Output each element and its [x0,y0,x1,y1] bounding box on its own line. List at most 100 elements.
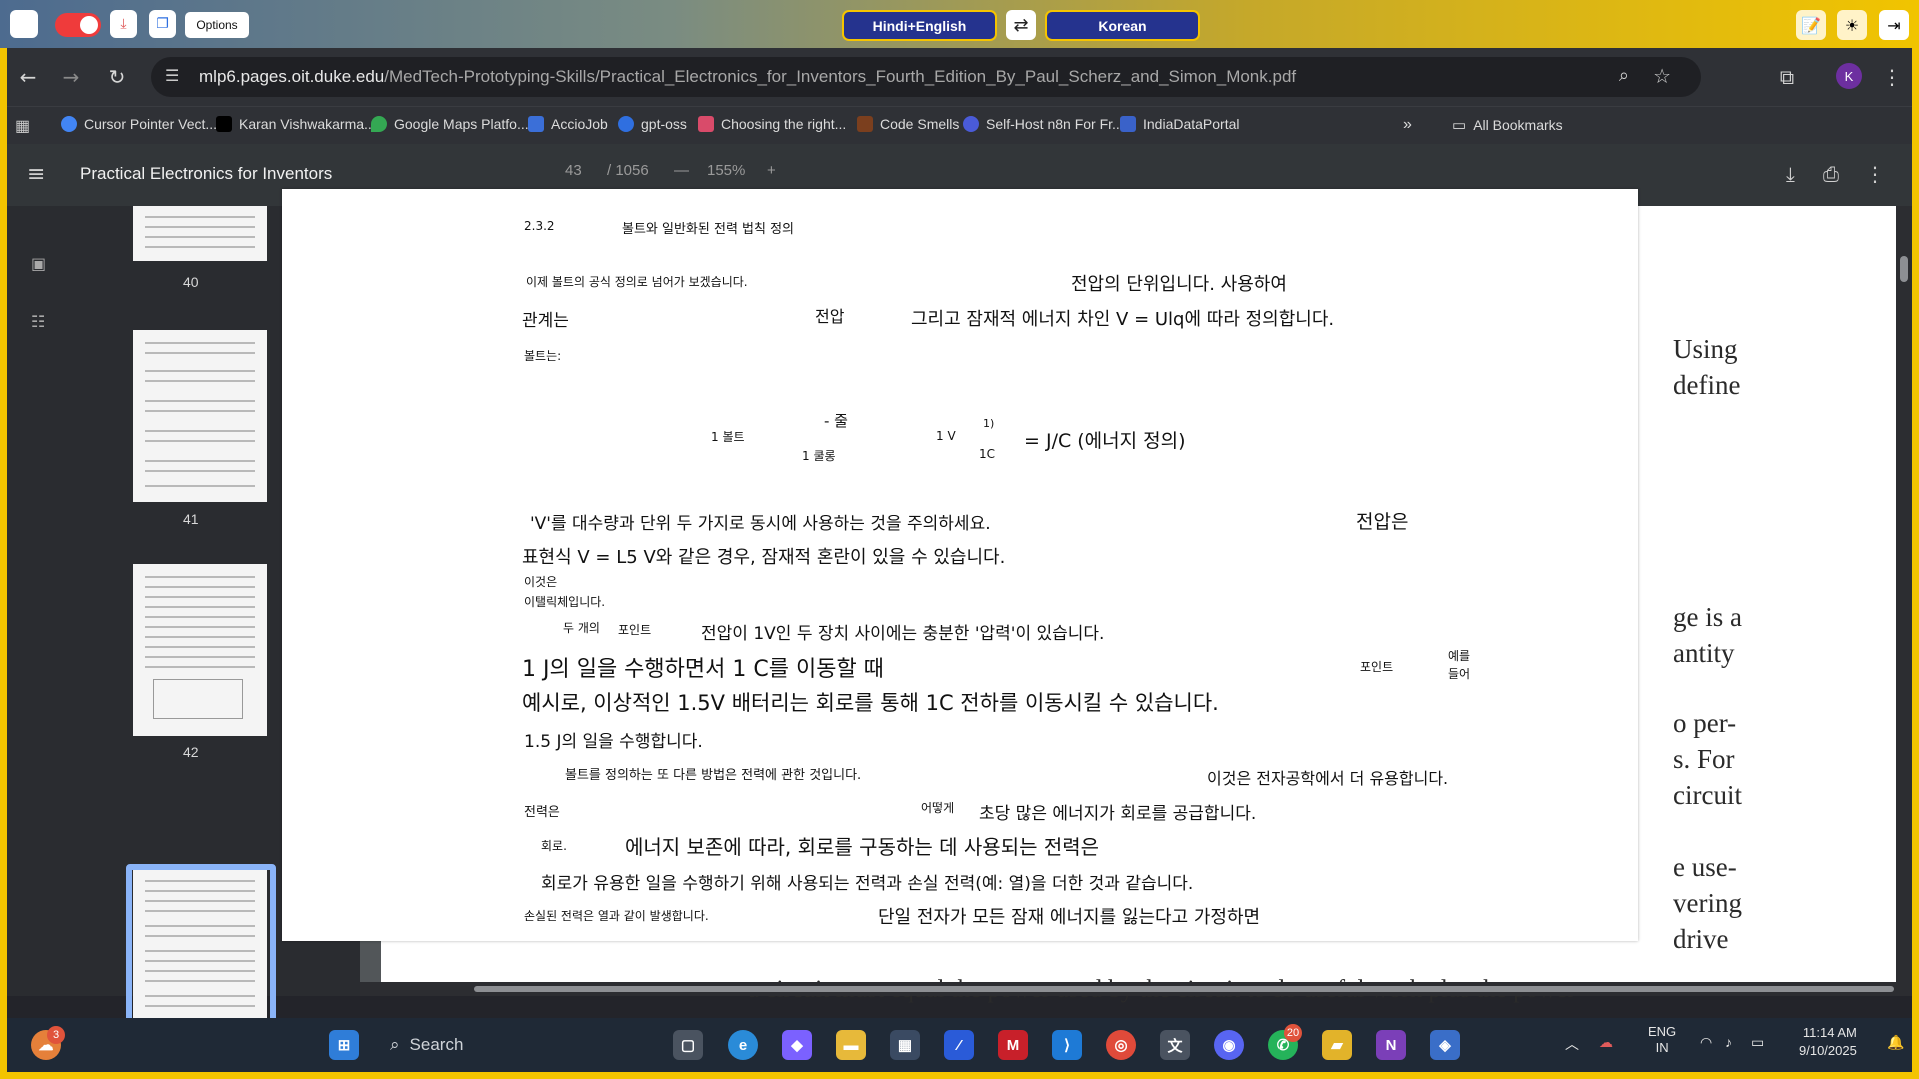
apps-grid-icon[interactable]: ▦ [15,116,30,136]
translate-toggle[interactable] [55,13,101,37]
sticky-notes-icon[interactable]: ▰ [1322,1030,1352,1060]
translated-text: 전력은 [524,805,560,820]
page-thumbnail-current[interactable] [133,870,267,1040]
bookmark-item[interactable]: gpt-oss [618,116,687,132]
edge-icon[interactable]: e [728,1030,758,1060]
clock[interactable]: 11:14 AM 9/10/2025 [1799,1024,1857,1060]
vscode-icon[interactable]: ⟩ [1052,1030,1082,1060]
file-explorer-icon[interactable]: ▬ [836,1030,866,1060]
brightness-icon[interactable]: ☀ [1837,10,1867,40]
site-info-icon[interactable]: ☰ [165,66,179,85]
zoom-level[interactable]: 155% [707,162,745,179]
all-bookmarks-button[interactable]: ▭ All Bookmarks [1452,116,1563,134]
network-warning-icon[interactable]: ☁ [1599,1034,1613,1051]
translated-text: 포인트 [1360,660,1394,674]
horizontal-scrollbar[interactable] [360,982,1912,996]
start-icon[interactable]: ⊞ [329,1030,359,1060]
chrome-icon[interactable]: ◎ [1106,1030,1136,1060]
folder-icon: ▭ [1452,117,1467,134]
bookmark-item[interactable]: Google Maps Platfo... [371,116,529,132]
task-view-icon[interactable]: ▢ [673,1030,703,1060]
translated-text: 예시로, 이상적인 1.5V 배터리는 회로를 통해 1C 전하를 이동시킬 수… [522,691,1219,715]
page-thumbnail[interactable] [133,330,267,502]
battery-icon[interactable]: ▭ [1751,1034,1764,1051]
extensions-icon[interactable]: ⧉ [1774,64,1800,90]
notes-icon[interactable]: 📝 [1796,10,1826,40]
wifi-icon[interactable]: ◠ [1700,1034,1712,1051]
copilot-icon[interactable]: ◆ [782,1030,812,1060]
forward-icon[interactable]: → [58,64,84,90]
show-hidden-icons[interactable]: ︿ [1565,1034,1579,1054]
page-thumbnail[interactable] [133,206,267,261]
translator-icon[interactable]: 文 [1160,1030,1190,1060]
options-button[interactable]: Options [185,12,249,38]
browser-menu-icon[interactable]: ⋮ [1879,64,1905,90]
thumbnail-number: 42 [183,744,199,760]
zoom-out-icon[interactable]: — [674,162,689,179]
page-text: drive [1673,924,1729,954]
store-icon[interactable]: ▦ [890,1030,920,1060]
page-text: circuit [1673,780,1742,810]
download-icon[interactable]: ⤓ [110,10,137,38]
back-icon[interactable]: ← [15,64,41,90]
section-number: 2.3.2 [524,219,555,233]
more-options-icon[interactable]: ⋮ [1865,162,1885,186]
onenote-icon[interactable]: N [1376,1030,1406,1060]
print-icon[interactable]: ⎙ [1823,162,1839,186]
swap-icon[interactable]: ⇄ [1006,10,1036,40]
browser-toolbar: ← → ↻ ☰ mlp6.pages.oit.duke.edu/MedTech-… [7,48,1912,106]
outline-icon[interactable]: ☷ [31,312,51,332]
language-indicator[interactable]: ENG IN [1648,1024,1676,1056]
thumbnails-icon[interactable]: ▣ [31,254,51,274]
formula-text: 1C [979,447,996,461]
formula-text: 1 볼트 [711,430,745,444]
bookmark-item[interactable]: Self-Host n8n For Fr... [963,116,1124,132]
reload-icon[interactable]: ↻ [104,64,130,90]
avatar[interactable]: K [1836,63,1862,89]
bookmark-item[interactable]: Code Smells [857,116,959,132]
zoom-icon[interactable]: ⌕ [1619,65,1629,86]
vertical-scrollbar[interactable] [1896,206,1912,996]
pdf-title: Practical Electronics for Inventors [80,164,333,183]
exit-icon[interactable]: ⇥ [1879,10,1909,40]
formula-text: = J/C (에너지 정의) [1024,430,1186,452]
target-language-button[interactable]: Korean [1045,10,1200,41]
page-thumbnail[interactable] [133,564,267,736]
page-text: s. For [1673,744,1735,774]
translated-text: 표현식 V = L5 V와 같은 경우, 잠재적 혼란이 있을 수 있습니다. [522,547,1006,568]
zoom-in-icon[interactable]: + [767,162,776,179]
translated-text: 초당 많은 에너지가 회로를 공급합니다. [979,804,1257,824]
source-language-button[interactable]: Hindi+English [842,10,997,41]
download-icon[interactable]: ⤓ [1786,162,1795,186]
page-text: ge is a [1673,602,1742,632]
bookmark-star-icon[interactable]: ☆ [1653,64,1671,88]
weather-badge: 3 [47,1026,65,1044]
bookmark-item[interactable]: Choosing the right... [698,116,846,132]
bookmark-item[interactable]: IndiaDataPortal [1120,116,1240,132]
translated-text: 관계는 [522,311,569,331]
volume-icon[interactable]: ♪ [1725,1034,1732,1050]
page-text: antity [1673,638,1735,668]
translated-text: 에너지 보존에 따라, 회로를 구동하는 데 사용되는 전력은 [625,835,1100,859]
python-icon[interactable]: ◈ [1430,1030,1460,1060]
copy-icon[interactable]: ❐ [149,10,176,38]
bookmark-item[interactable]: Cursor Pointer Vect... [61,116,217,132]
bookmark-item[interactable]: AccioJob [528,116,608,132]
translated-text: 볼트를 정의하는 또 다른 방법은 전력에 관한 것입니다. [565,768,862,783]
mcafee-icon[interactable]: M [998,1030,1028,1060]
translated-text: 회로가 유용한 일을 수행하기 위해 사용되는 전력과 손실 전력(예: 열)을… [541,874,1194,894]
translated-text: 1.5 J의 일을 수행합니다. [524,732,703,752]
formula-text: 1 V [936,429,956,443]
url-text: mlp6.pages.oit.duke.edu/MedTech-Prototyp… [199,67,1297,86]
app-icon[interactable]: ⁄ [944,1030,974,1060]
address-bar[interactable]: ☰ mlp6.pages.oit.duke.edu/MedTech-Protot… [151,57,1701,97]
notification-bell-icon[interactable]: 🔔 [1887,1034,1904,1051]
page-number-input[interactable]: 43 [565,162,582,179]
more-bookmarks-icon[interactable]: » [1403,116,1412,134]
discord-icon[interactable]: ◉ [1214,1030,1244,1060]
sidebar-menu-icon[interactable]: ≡ [27,162,45,187]
whatsapp-badge: 20 [1284,1024,1302,1042]
bookmark-item[interactable]: Karan Vishwakarma... [216,116,376,132]
extension-menu-button[interactable] [10,10,38,38]
taskbar-search[interactable]: ⌕ Search [380,1030,590,1060]
